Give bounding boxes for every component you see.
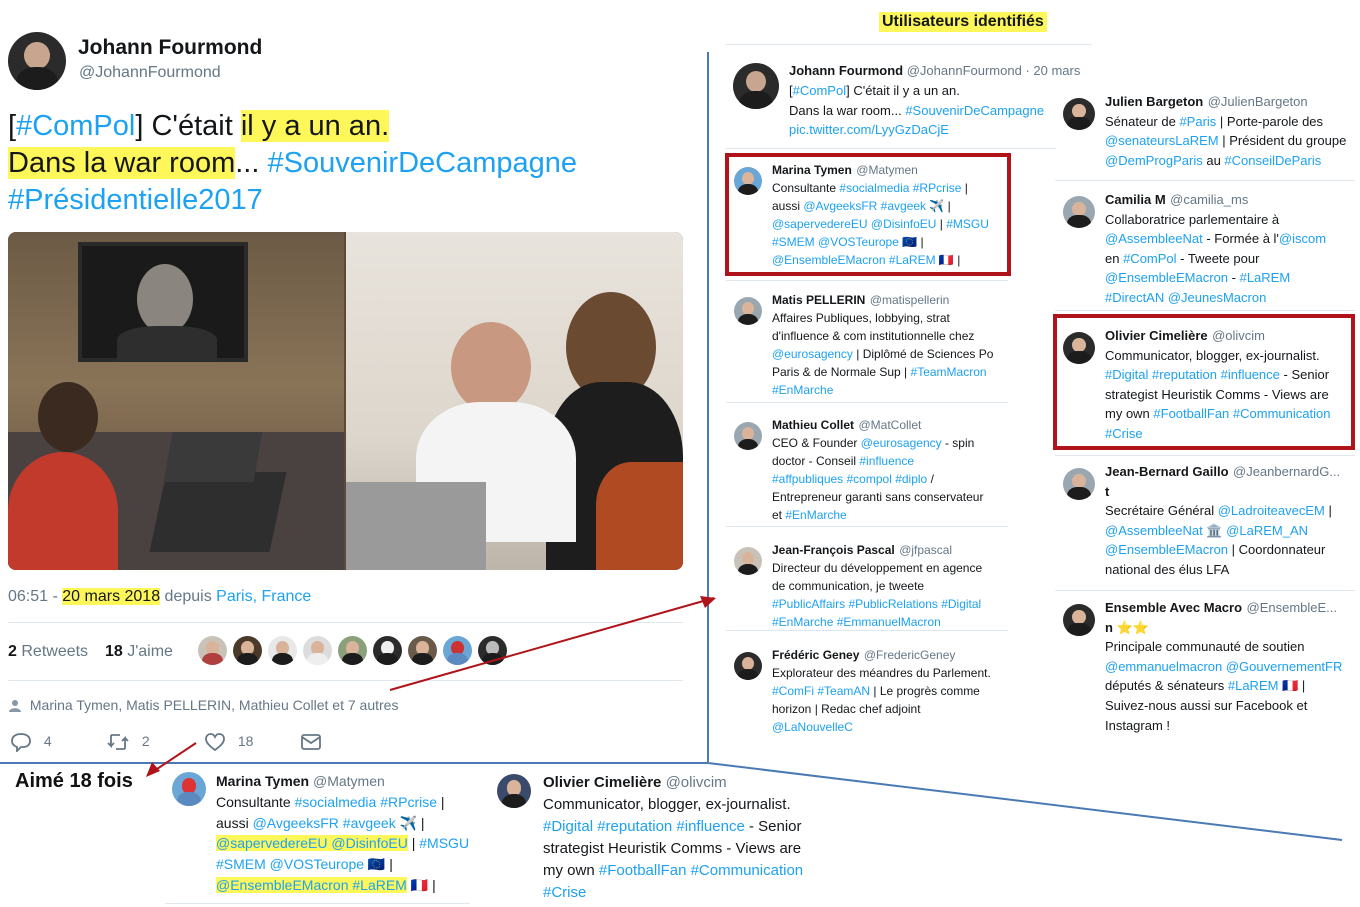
blue-divider-slanted <box>707 762 1343 841</box>
annotation-overlay <box>0 52 1343 841</box>
red-arrow-to-identified <box>389 597 715 691</box>
red-arrowhead <box>146 762 160 777</box>
